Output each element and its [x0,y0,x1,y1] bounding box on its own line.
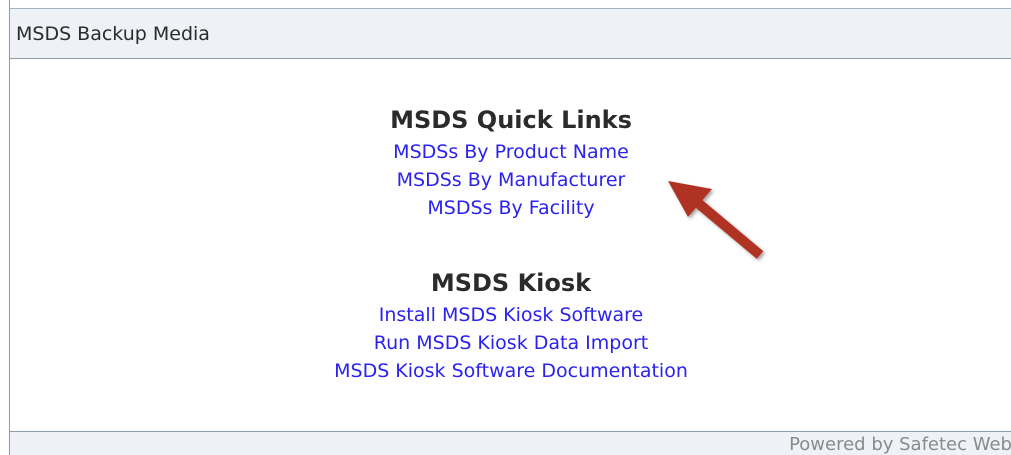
link-msds-by-facility[interactable]: MSDSs By Facility [10,197,1011,219]
quick-links-heading: MSDS Quick Links [390,106,632,134]
link-kiosk-software-documentation-label[interactable]: MSDS Kiosk Software Documentation [334,360,688,382]
powered-by-text: Powered by Safetec Web [789,434,1011,455]
red-arrow-icon [668,181,764,259]
link-msds-by-product-name-label[interactable]: MSDSs By Product Name [393,141,629,163]
link-msds-by-manufacturer-label[interactable]: MSDSs By Manufacturer [397,169,626,191]
kiosk-heading: MSDS Kiosk [430,269,592,297]
top-divider [10,0,1011,9]
panel-header: MSDS Backup Media [10,9,1011,59]
link-install-kiosk-software[interactable]: Install MSDS Kiosk Software [10,304,1011,326]
panel-title: MSDS Backup Media [16,23,210,45]
link-msds-by-manufacturer[interactable]: MSDSs By Manufacturer [10,169,1011,191]
link-msds-by-product-name[interactable]: MSDSs By Product Name [10,141,1011,163]
msds-panel: MSDS Backup Media MSDS Quick Links MSDSs… [9,0,1011,455]
link-run-kiosk-data-import-label[interactable]: Run MSDS Kiosk Data Import [374,332,648,354]
link-run-kiosk-data-import[interactable]: Run MSDS Kiosk Data Import [10,332,1011,354]
link-install-kiosk-software-label[interactable]: Install MSDS Kiosk Software [379,304,643,326]
panel-content: MSDS Quick Links MSDSs By Product Name M… [10,59,1011,431]
link-msds-by-facility-label[interactable]: MSDSs By Facility [427,197,594,219]
link-kiosk-software-documentation[interactable]: MSDS Kiosk Software Documentation [10,360,1011,382]
panel-footer: Powered by Safetec Web [10,431,1011,455]
